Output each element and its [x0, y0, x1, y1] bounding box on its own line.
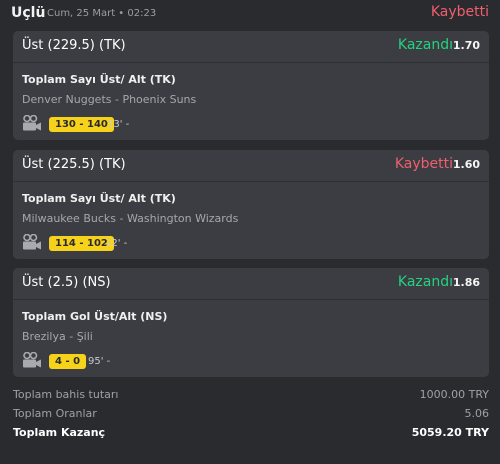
bet-card-body: Toplam Sayı Üst/ Alt (TK) Denver Nuggets… [13, 63, 489, 140]
bet-card[interactable]: Üst (229.5) (TK) Kazandı 1.70 Toplam Say… [13, 31, 489, 140]
bet-card-header: Üst (229.5) (TK) Kazandı 1.70 [13, 31, 489, 63]
bet-card-header: Üst (225.5) (TK) Kaybetti 1.60 [13, 150, 489, 182]
summary-stake-label: Toplam bahis tutarı [13, 388, 119, 401]
live-score-badge: 4 - 0 [49, 354, 87, 369]
video-camera-icon[interactable] [22, 352, 42, 369]
bet-result: Kaybetti [394, 156, 453, 172]
bet-market: Toplam Gol Üst/Alt (NS) [22, 310, 168, 323]
coupon-title: Uçlü [11, 5, 46, 21]
bet-pick: Üst (2.5) (NS) [22, 275, 111, 290]
video-camera-icon[interactable] [22, 234, 42, 251]
bet-match: Brezilya - Şili [22, 330, 93, 343]
match-minute: 13' - [107, 119, 130, 130]
bet-pick: Üst (225.5) (TK) [22, 157, 126, 172]
bet-result: Kazandı [397, 274, 453, 290]
bet-result: Kazandı [397, 37, 453, 53]
bet-card[interactable]: Üst (225.5) (TK) Kaybetti 1.60 Toplam Sa… [13, 150, 489, 259]
bet-match: Milwaukee Bucks - Washington Wizards [22, 212, 239, 225]
bet-pick: Üst (229.5) (TK) [22, 38, 126, 53]
summary-win-label: Toplam Kazanç [13, 426, 106, 439]
match-minute: 95' - [88, 356, 111, 367]
coupon-date: Cum, 25 Mart • 02:23 [47, 8, 157, 19]
coupon-header: Uçlü Cum, 25 Mart • 02:23 Kaybetti [0, 0, 500, 28]
bet-card[interactable]: Üst (2.5) (NS) Kazandı 1.86 Toplam Gol Ü… [13, 268, 489, 377]
summary-odds-value: 5.06 [464, 407, 490, 420]
summary-odds-label: Toplam Oranlar [13, 407, 97, 420]
bet-odds: 1.86 [452, 276, 480, 289]
summary-stake-row: Toplam bahis tutarı 1000.00 TRY [13, 388, 489, 406]
live-score-badge: 130 - 140 [49, 117, 114, 132]
video-camera-icon[interactable] [22, 115, 42, 132]
summary-win-value: 5059.20 TRY [411, 426, 489, 439]
summary-win-row: Toplam Kazanç 5059.20 TRY [13, 426, 489, 444]
summary-stake-value: 1000.00 TRY [419, 388, 489, 401]
coupon-status: Kaybetti [430, 4, 489, 20]
bet-odds: 1.60 [452, 158, 480, 171]
summary-odds-row: Toplam Oranlar 5.06 [13, 407, 489, 425]
bet-card-body: Toplam Gol Üst/Alt (NS) Brezilya - Şili … [13, 300, 489, 377]
bet-card-body: Toplam Sayı Üst/ Alt (TK) Milwaukee Buck… [13, 182, 489, 259]
bet-card-header: Üst (2.5) (NS) Kazandı 1.86 [13, 268, 489, 300]
match-minute: 12' - [105, 238, 128, 249]
bet-market: Toplam Sayı Üst/ Alt (TK) [22, 192, 176, 205]
bet-market: Toplam Sayı Üst/ Alt (TK) [22, 73, 176, 86]
bet-match: Denver Nuggets - Phoenix Suns [22, 93, 197, 106]
bet-odds: 1.70 [452, 39, 480, 52]
